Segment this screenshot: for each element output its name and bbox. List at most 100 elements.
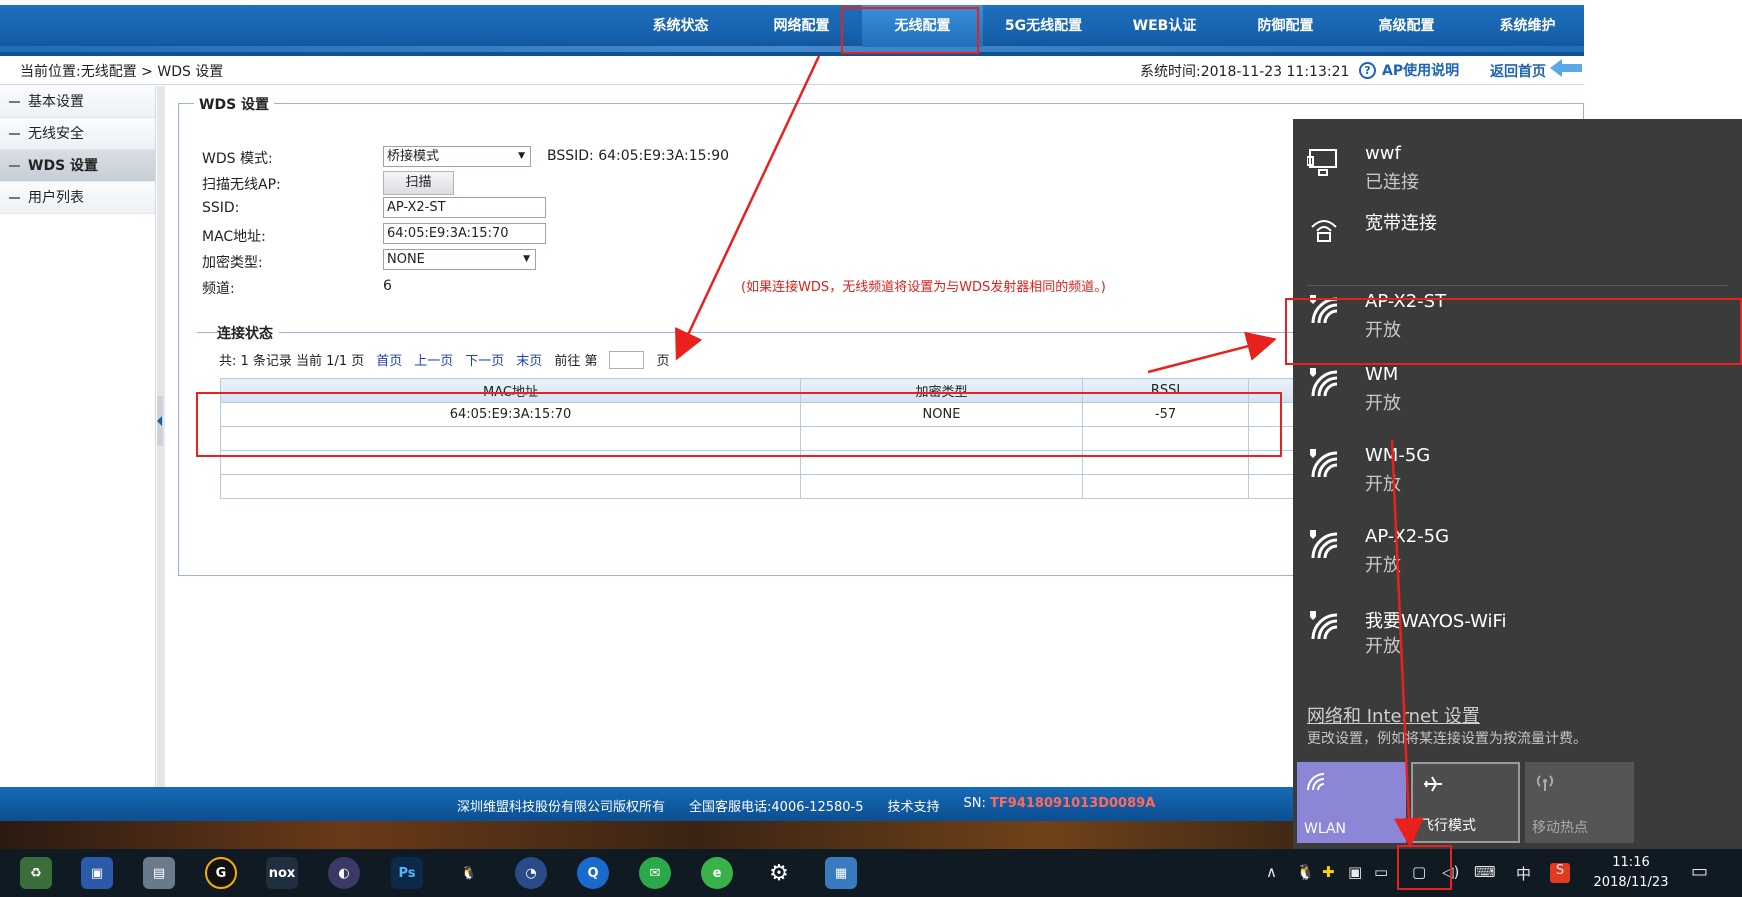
tray-capture-icon[interactable]: ▣ — [1348, 863, 1362, 881]
sogou-ime-icon[interactable]: S — [1550, 863, 1570, 883]
browser-app-icon[interactable]: ◔ — [515, 857, 547, 889]
tray-keyboard-icon[interactable]: ⌨ — [1474, 863, 1496, 881]
network-status: 开放 — [1365, 636, 1401, 657]
channel-value: 6 — [383, 278, 392, 294]
wifi-open-icon — [1310, 530, 1338, 559]
wifi-open-icon — [1310, 449, 1338, 478]
last-page-link[interactable]: 末页 — [516, 350, 542, 369]
mac-label: MAC地址: — [202, 229, 266, 245]
network-item-ap-x2-5g[interactable]: AP-X2-5G 开放 — [1307, 522, 1727, 584]
encryption-label: 加密类型: — [202, 255, 263, 271]
scan-button[interactable]: 扫描 — [383, 171, 454, 195]
mobile-hotspot-label: 移动热点 — [1532, 820, 1588, 836]
wechat-app-icon[interactable]: ✉ — [639, 857, 671, 889]
pagination: 共: 1 条记录 当前 1/1 页 首页 上一页 下一页 末页 前往 第 页 — [219, 350, 669, 369]
system-time: 系统时间:2018-11-23 11:13:21 — [1140, 64, 1350, 80]
clock-date: 2018/11/23 — [1593, 875, 1669, 890]
tech-support-link[interactable]: 技术支持 — [888, 796, 940, 815]
bssid-text: BSSID: 64:05:E9:3A:15:90 — [547, 148, 730, 164]
sidebar: 基本设置 无线安全 WDS 设置 用户列表 — [0, 86, 156, 787]
tray-plus-icon[interactable]: ✚ — [1322, 863, 1335, 881]
network-name: WM — [1365, 364, 1399, 385]
network-name: WM-5G — [1365, 445, 1431, 466]
tray-battery-icon[interactable]: ▭ — [1374, 863, 1388, 881]
copyright-text: 深圳维盟科技股份有限公司版权所有 — [457, 800, 666, 815]
annotation-box-wireless-config — [841, 7, 979, 54]
home-link[interactable]: 返回首页 — [1490, 61, 1546, 81]
eclipse-app-icon[interactable]: ◐ — [328, 857, 360, 889]
computer-app-icon[interactable]: ▣ — [81, 857, 113, 889]
airplane-mode-toggle[interactable]: 飞行模式 — [1411, 762, 1520, 843]
back-arrow-icon[interactable] — [1548, 57, 1584, 79]
ime-indicator[interactable]: 中 — [1516, 863, 1531, 884]
nav-menu: 系统状态 网络配置 无线配置 5G无线配置 WEB认证 防御配置 高级配置 系统… — [620, 5, 1588, 47]
ssid-label: SSID: — [202, 200, 240, 216]
network-name: wwf — [1365, 143, 1401, 164]
footer-inner: 深圳维盟科技股份有限公司版权所有 全国客服电话:4006-12580-5 技术支… — [457, 796, 1155, 815]
scan-ap-label: 扫描无线AP: — [202, 177, 281, 193]
channel-label: 频道: — [202, 281, 235, 297]
wds-mode-select[interactable]: 桥接模式 — [383, 146, 531, 167]
wifi-open-icon — [1310, 611, 1338, 640]
network-status: 开放 — [1365, 393, 1401, 414]
mobile-hotspot-toggle[interactable]: 移动热点 — [1525, 762, 1634, 843]
network-status: 已连接 — [1365, 172, 1419, 193]
prev-page-link[interactable]: 上一页 — [414, 350, 453, 369]
tray-expand-icon[interactable]: ∧ — [1266, 863, 1277, 881]
goto-suffix: 页 — [656, 354, 670, 369]
network-item-broadband[interactable]: 宽带连接 — [1307, 205, 1727, 267]
top-navigation: 系统状态 网络配置 无线配置 5G无线配置 WEB认证 防御配置 高级配置 系统… — [0, 5, 1584, 56]
airplane-mode-label: 飞行模式 — [1420, 818, 1476, 834]
g-app-icon[interactable]: G — [205, 857, 237, 889]
nav-item-defense-config[interactable]: 防御配置 — [1225, 5, 1346, 47]
sidebar-splitter[interactable] — [157, 86, 165, 787]
ssid-input[interactable]: AP-X2-ST — [383, 197, 546, 218]
breadcrumb: 当前位置:无线配置 > WDS 设置 — [20, 64, 224, 80]
wlan-label: WLAN — [1304, 821, 1347, 837]
explorer-app-icon[interactable]: ▤ — [143, 857, 175, 889]
network-item-wm-5g[interactable]: WM-5G 开放 — [1307, 441, 1727, 503]
ie-app-icon[interactable]: e — [701, 857, 733, 889]
page-number-input[interactable] — [609, 350, 645, 369]
sidebar-item-basic-settings[interactable]: 基本设置 — [0, 86, 155, 118]
first-page-link[interactable]: 首页 — [376, 350, 402, 369]
nav-item-web-auth[interactable]: WEB认证 — [1104, 5, 1225, 47]
flyout-separator — [1307, 285, 1727, 286]
recycle-app-icon[interactable]: ♻ — [20, 857, 52, 889]
help-icon: ? — [1359, 61, 1376, 79]
encryption-select[interactable]: NONE — [383, 249, 536, 270]
network-item-wwf[interactable]: wwf 已连接 — [1307, 139, 1727, 201]
serial-number: SN: TF9418091013D0089A — [964, 796, 1156, 815]
dialup-icon — [1311, 220, 1337, 242]
contacts-app-icon[interactable]: ▦ — [825, 857, 857, 889]
nox-app-icon[interactable]: nox — [266, 857, 298, 889]
ethernet-icon — [1307, 149, 1337, 176]
nav-item-5g-wireless-config[interactable]: 5G无线配置 — [983, 5, 1104, 47]
sidebar-item-user-list[interactable]: 用户列表 — [0, 182, 155, 214]
nav-item-system-status[interactable]: 系统状态 — [620, 5, 741, 47]
nav-item-advanced-config[interactable]: 高级配置 — [1346, 5, 1467, 47]
taskbar-clock[interactable]: 11:16 2018/11/23 — [1586, 853, 1676, 893]
nav-item-system-maintenance[interactable]: 系统维护 — [1467, 5, 1588, 47]
wds-legend: WDS 设置 — [194, 94, 275, 114]
next-page-link[interactable]: 下一页 — [465, 350, 504, 369]
sidebar-item-wireless-security[interactable]: 无线安全 — [0, 118, 155, 150]
qq-app-icon[interactable]: 🐧 — [453, 857, 485, 889]
network-settings-link[interactable]: 网络和 Internet 设置 — [1307, 702, 1480, 728]
action-center-icon[interactable]: ▭ — [1691, 861, 1708, 882]
settings-app-icon[interactable]: ⚙ — [763, 857, 795, 889]
mac-input[interactable]: 64:05:E9:3A:15:70 — [383, 223, 546, 244]
tray-qq-icon[interactable]: 🐧 — [1296, 863, 1315, 881]
wds-mode-value: 桥接模式 — [387, 149, 440, 164]
sn-value: TF9418091013D0089A — [990, 796, 1156, 811]
wifi-open-icon — [1310, 368, 1338, 397]
collapse-sidebar-handle[interactable] — [157, 396, 163, 446]
sidebar-item-wds-settings[interactable]: WDS 设置 — [0, 150, 155, 182]
network-item-wayos-wifi[interactable]: 我要WAYOS-WiFi 开放 — [1307, 603, 1727, 665]
network-settings-subtext: 更改设置，例如将某连接设置为按流量计费。 — [1307, 731, 1587, 747]
help-link[interactable]: ? AP使用说明 — [1359, 60, 1459, 80]
wlan-toggle[interactable]: WLAN — [1297, 762, 1406, 843]
search-app-icon[interactable]: Q — [577, 857, 609, 889]
photoshop-app-icon[interactable]: Ps — [391, 857, 423, 889]
network-item-wm[interactable]: WM 开放 — [1307, 360, 1727, 422]
